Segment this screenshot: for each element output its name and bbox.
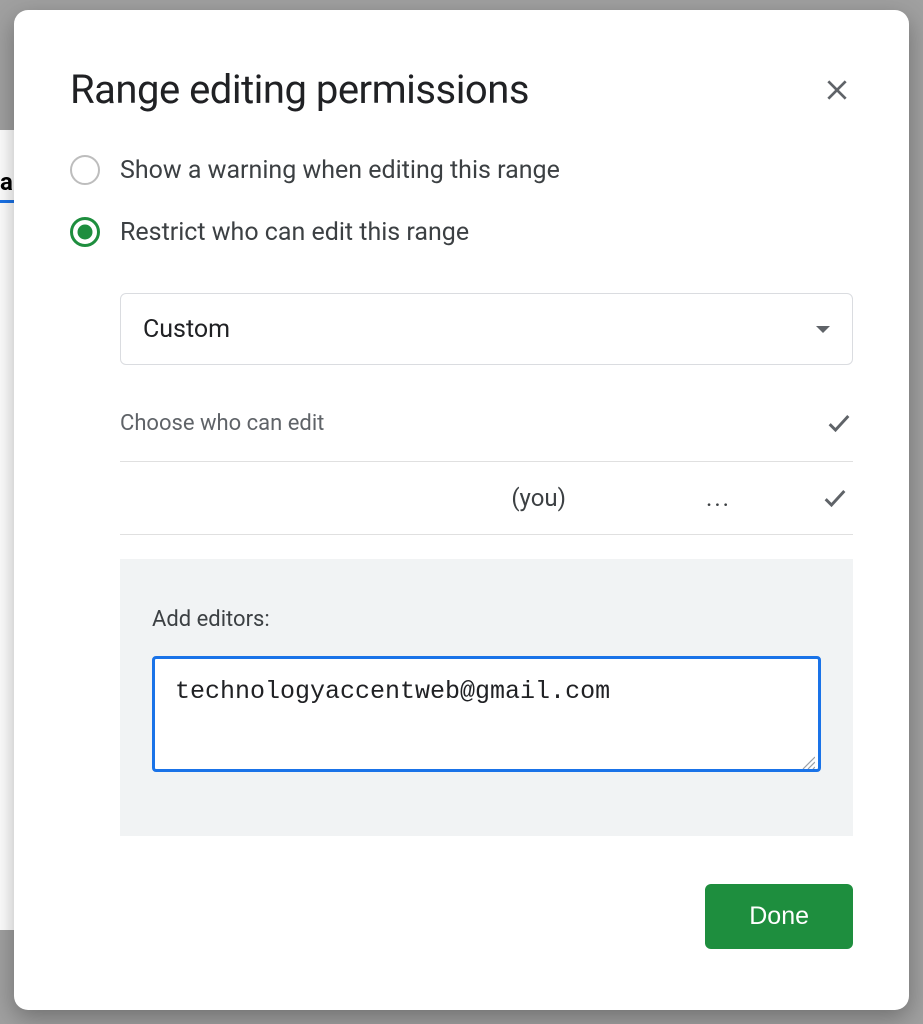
restriction-dropdown[interactable]: Custom xyxy=(120,293,853,365)
check-icon[interactable] xyxy=(821,484,849,512)
dialog-header: Range editing permissions xyxy=(70,66,853,113)
add-editors-label: Add editors: xyxy=(152,607,821,632)
resize-handle-icon[interactable] xyxy=(801,754,815,768)
dialog-title: Range editing permissions xyxy=(70,66,529,113)
choose-who-can-edit-label: Choose who can edit xyxy=(120,411,324,436)
editor-row-you: (you) ... xyxy=(120,462,853,535)
radio-option-restrict[interactable]: Restrict who can edit this range xyxy=(70,217,853,247)
editor-more-menu[interactable]: ... xyxy=(706,484,731,512)
caret-down-icon xyxy=(816,326,830,333)
dialog-footer: Done xyxy=(70,884,853,949)
sheet-background-sliver xyxy=(0,130,15,930)
add-editors-input[interactable]: technologyaccentweb@gmail.com xyxy=(152,656,821,772)
radio-unchecked-icon xyxy=(70,155,100,185)
sheet-column-letter: a xyxy=(0,168,13,196)
done-button[interactable]: Done xyxy=(705,884,853,949)
editor-you-label: (you) xyxy=(511,484,566,512)
close-button[interactable] xyxy=(821,74,853,106)
check-icon[interactable] xyxy=(825,409,853,437)
radio-restrict-label: Restrict who can edit this range xyxy=(120,218,469,247)
close-icon xyxy=(824,77,850,103)
range-editing-permissions-dialog: Range editing permissions Show a warning… xyxy=(14,10,909,1010)
radio-option-warning[interactable]: Show a warning when editing this range xyxy=(70,155,853,185)
dropdown-selected-label: Custom xyxy=(143,315,230,344)
editors-section-header: Choose who can edit xyxy=(120,409,853,462)
sheet-column-underline xyxy=(0,200,15,203)
radio-checked-icon xyxy=(70,217,100,247)
add-editors-panel: Add editors: technologyaccentweb@gmail.c… xyxy=(120,559,853,836)
radio-warning-label: Show a warning when editing this range xyxy=(120,156,560,185)
editors-section: Choose who can edit (you) ... xyxy=(120,409,853,535)
